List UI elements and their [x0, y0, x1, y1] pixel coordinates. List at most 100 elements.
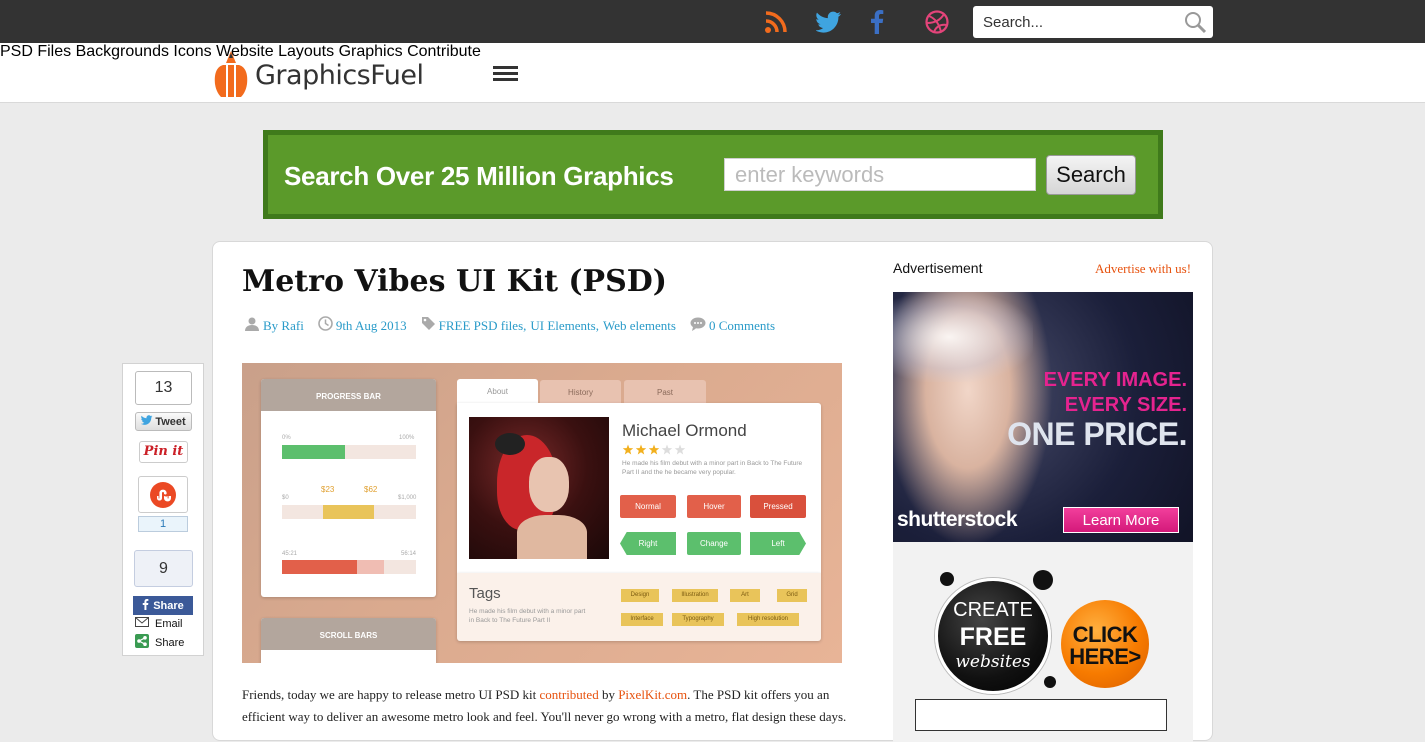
- shutterstock-ad[interactable]: EVERY IMAGE. EVERY SIZE. ONE PRICE. shut…: [893, 292, 1193, 542]
- tweet-count: 13: [135, 371, 192, 405]
- category-link-ui-elements[interactable]: UI Elements: [530, 318, 595, 334]
- ad-create-text: CREATE: [953, 599, 1033, 621]
- tag-icon: [421, 316, 436, 335]
- more-share-button[interactable]: Share: [135, 634, 184, 651]
- twitter-icon[interactable]: [816, 9, 842, 35]
- search-icon[interactable]: [1183, 10, 1207, 34]
- stumbleupon-button[interactable]: [138, 476, 188, 513]
- site-logo[interactable]: GraphicsFuel: [213, 51, 424, 99]
- share-label: Share: [155, 636, 185, 649]
- time-track: [282, 560, 416, 574]
- email-share-button[interactable]: Email: [135, 617, 183, 630]
- banner-keywords-input[interactable]: [724, 158, 1036, 191]
- email-label: Email: [155, 617, 183, 630]
- ad-line-every-image: EVERY IMAGE.: [1043, 369, 1187, 391]
- search-input[interactable]: [973, 6, 1173, 38]
- top-search-box: [973, 6, 1213, 38]
- tag-interface[interactable]: Interface: [621, 613, 663, 626]
- tag-high-resolution[interactable]: High resolution: [737, 613, 799, 626]
- hover-button[interactable]: Hover: [687, 495, 741, 518]
- scroll-bars-panel: SCROLL BARS: [261, 618, 436, 663]
- banner-search-button[interactable]: Search: [1046, 155, 1136, 195]
- menu-icon[interactable]: [493, 66, 519, 82]
- sidebar-ad-area: CREATE FREE websites CLICK HERE>: [893, 542, 1193, 742]
- left-button[interactable]: Left: [750, 532, 806, 555]
- logo-text: GraphicsFuel: [255, 59, 424, 91]
- email-icon: [135, 617, 149, 630]
- time-max-label: 56:14: [401, 551, 417, 557]
- category-link-web-elements[interactable]: Web elements: [603, 318, 676, 334]
- share-sidebar: 13 Tweet Pin it 1 9 Share Email Share: [122, 363, 204, 656]
- post-body-text-2: by: [598, 687, 619, 702]
- learn-more-button[interactable]: Learn More: [1063, 507, 1179, 533]
- stumble-count: 1: [138, 516, 188, 532]
- rating-star: [622, 444, 634, 455]
- post-meta: By Rafi 9th Aug 2013 FREE PSD files, UI …: [244, 316, 783, 335]
- facebook-share-button[interactable]: Share: [133, 596, 193, 615]
- advertise-with-us-link[interactable]: Advertise with us!: [1095, 261, 1191, 277]
- tag-typography[interactable]: Typography: [672, 613, 724, 626]
- pixelkit-link[interactable]: PixelKit.com: [618, 687, 687, 702]
- comment-icon: [690, 317, 706, 335]
- top-bar: [0, 0, 1425, 43]
- ad-line-every-size: EVERY SIZE.: [1064, 394, 1187, 416]
- stumbleupon-icon: [150, 481, 176, 508]
- create-free-websites-badge[interactable]: CREATE FREE websites: [935, 578, 1051, 694]
- tab-about[interactable]: About: [457, 379, 538, 405]
- pin-it-button[interactable]: Pin it: [139, 441, 188, 463]
- tab-past[interactable]: Past: [624, 380, 706, 404]
- progress-max-label: 100%: [399, 435, 415, 441]
- facebook-icon[interactable]: [864, 9, 890, 35]
- tag-design[interactable]: Design: [621, 589, 659, 602]
- normal-button[interactable]: Normal: [620, 495, 676, 518]
- progress-bar-panel: PROGRESS BAR 0% 100% $23 $62 $0 $1,000 4…: [261, 379, 436, 597]
- nav-psd-files[interactable]: PSD Files: [0, 43, 71, 60]
- range-track: [282, 505, 416, 519]
- nav-backgrounds[interactable]: Backgrounds: [76, 43, 169, 60]
- tweet-button[interactable]: Tweet: [135, 412, 192, 431]
- rating-star: [648, 444, 660, 455]
- tags-panel: Tags He made his film debut with a minor…: [457, 573, 821, 641]
- rss-icon[interactable]: [763, 9, 789, 35]
- website-icons-strip: [915, 699, 1167, 731]
- graphics-search-banner: Search Over 25 Million Graphics Search: [263, 130, 1163, 219]
- ad-websites-text: websites: [955, 652, 1031, 672]
- rating-star: [661, 444, 673, 455]
- post-author-link[interactable]: By Rafi: [263, 318, 304, 334]
- post-date[interactable]: 9th Aug 2013: [336, 318, 407, 334]
- contributed-link[interactable]: contributed: [539, 687, 598, 702]
- tag-art[interactable]: Art: [730, 589, 760, 602]
- tweet-label: Tweet: [155, 415, 186, 428]
- range-high-label: $62: [364, 485, 378, 494]
- click-here-badge[interactable]: CLICK HERE>: [1061, 600, 1149, 688]
- facebook-share-count: 9: [134, 550, 193, 587]
- tab-history[interactable]: History: [540, 380, 621, 404]
- category-link-free-psd[interactable]: FREE PSD files: [439, 318, 524, 334]
- time-min-label: 45:21: [282, 551, 298, 557]
- post-preview-image[interactable]: PROGRESS BAR 0% 100% $23 $62 $0 $1,000 4…: [242, 363, 842, 663]
- range-fill: [323, 505, 374, 519]
- rating-star: [674, 444, 686, 455]
- progress-bar-title: PROGRESS BAR: [261, 379, 436, 411]
- comments-link[interactable]: 0 Comments: [709, 318, 775, 334]
- progress-min-label: 0%: [282, 435, 291, 441]
- rating-star: [635, 444, 647, 455]
- range-min-label: $0: [282, 495, 289, 501]
- change-button[interactable]: Change: [687, 532, 741, 555]
- time-fill: [282, 560, 357, 574]
- profile-bio: He made his film debut with a minor part…: [622, 460, 803, 476]
- logo-pencil-icon: [214, 51, 248, 97]
- ad-line-one-price: ONE PRICE.: [1007, 416, 1187, 452]
- dribbble-icon[interactable]: [924, 9, 950, 35]
- tag-illustration[interactable]: Illustration: [672, 589, 718, 602]
- pressed-button[interactable]: Pressed: [750, 495, 806, 518]
- scroll-bars-title: SCROLL BARS: [261, 618, 436, 650]
- advertisement-label: Advertisement: [893, 260, 983, 276]
- tag-grid[interactable]: Grid: [777, 589, 807, 602]
- right-button[interactable]: Right: [620, 532, 676, 555]
- post-title: Metro Vibes UI Kit (PSD): [242, 264, 667, 299]
- nav-icons[interactable]: Icons: [173, 43, 211, 60]
- shutterstock-logo: shutterstock: [897, 508, 1018, 531]
- share-icon: [135, 634, 149, 651]
- ad-here-text: HERE>: [1069, 644, 1141, 669]
